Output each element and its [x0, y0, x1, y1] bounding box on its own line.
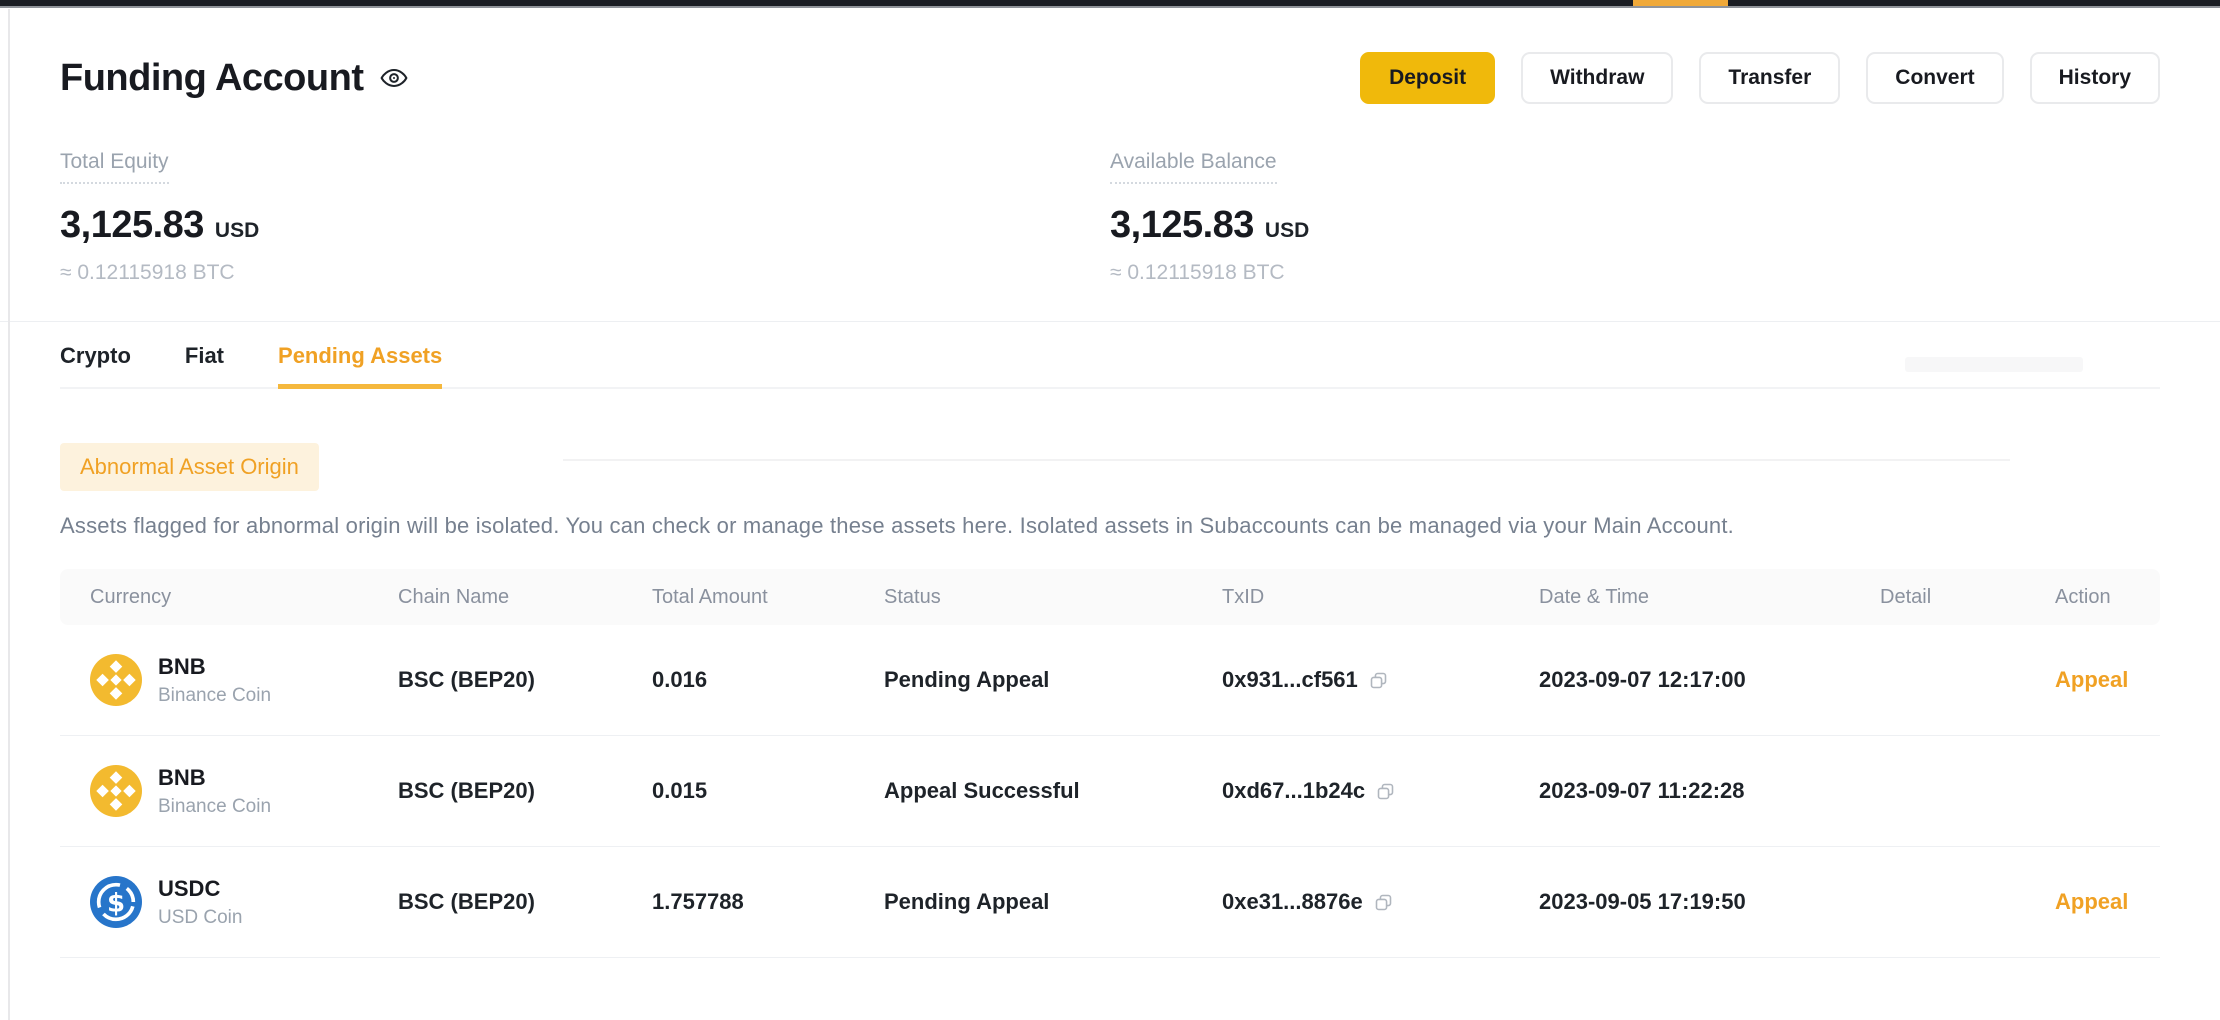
tab-crypto[interactable]: Crypto: [60, 322, 131, 387]
chain-name-cell: BSC (BEP20): [368, 778, 622, 804]
abnormal-asset-origin-badge: Abnormal Asset Origin: [60, 443, 319, 491]
history-button[interactable]: History: [2030, 52, 2160, 104]
deposit-button[interactable]: Deposit: [1360, 52, 1495, 104]
column-header-detail: Detail: [1850, 586, 2025, 609]
column-header-status: Status: [854, 586, 1192, 609]
page-header: Funding Account Deposit Withdraw Transfe…: [60, 52, 2160, 104]
bnb-coin-icon: [90, 765, 142, 817]
withdraw-button[interactable]: Withdraw: [1521, 52, 1673, 104]
skeleton-line: [563, 459, 2010, 461]
column-header-action: Action: [2025, 586, 2160, 609]
total-amount-cell: 1.757788: [622, 889, 854, 915]
page-left-edge-divider: [8, 9, 10, 1020]
pending-assets-table: Currency Chain Name Total Amount Status …: [60, 569, 2160, 958]
available-balance-value: 3,125.83: [1110, 204, 1254, 247]
available-balance-btc-approx: ≈ 0.12115918 BTC: [1110, 261, 2160, 285]
coin-name: Binance Coin: [158, 796, 271, 818]
total-equity-value: 3,125.83: [60, 204, 204, 247]
status-cell: Pending Appeal: [854, 667, 1192, 693]
asset-tabs: Crypto Fiat Pending Assets: [60, 322, 2160, 389]
page-title: Funding Account: [60, 57, 363, 100]
txid-cell: 0xe31...8876e: [1192, 889, 1509, 915]
copy-icon[interactable]: [1373, 892, 1394, 913]
progress-indicator: [1633, 0, 1728, 6]
copy-icon[interactable]: [1375, 781, 1396, 802]
table-header-row: Currency Chain Name Total Amount Status …: [60, 569, 2160, 625]
funding-account-page: Funding Account Deposit Withdraw Transfe…: [0, 0, 2220, 1020]
available-balance-currency: USD: [1265, 219, 1309, 243]
currency-cell: $ USDC USD Coin: [60, 876, 368, 929]
appeal-link[interactable]: Appeal: [2055, 889, 2128, 914]
table-row: $ USDC USD Coin BSC (BEP20) 1.757788 Pen…: [60, 847, 2160, 958]
skeleton-placeholder: [1905, 357, 2083, 372]
coin-symbol: USDC: [158, 876, 242, 902]
table-row: BNB Binance Coin BSC (BEP20) 0.016 Pendi…: [60, 625, 2160, 736]
appeal-link[interactable]: Appeal: [2055, 667, 2128, 692]
column-header-total-amount: Total Amount: [622, 586, 854, 609]
column-header-date-time: Date & Time: [1509, 586, 1850, 609]
pending-assets-description: Assets flagged for abnormal origin will …: [60, 513, 2160, 539]
total-equity-currency: USD: [215, 219, 259, 243]
tab-fiat[interactable]: Fiat: [185, 322, 224, 387]
convert-button[interactable]: Convert: [1866, 52, 2003, 104]
total-equity-block: Total Equity 3,125.83 USD ≈ 0.12115918 B…: [60, 150, 1110, 285]
eye-icon[interactable]: [379, 63, 409, 93]
currency-cell: BNB Binance Coin: [60, 765, 368, 818]
total-amount-cell: 0.016: [622, 667, 854, 693]
txid-cell: 0x931...cf561: [1192, 667, 1509, 693]
currency-cell: BNB Binance Coin: [60, 654, 368, 707]
txid-value: 0xd67...1b24c: [1222, 778, 1365, 804]
total-equity-label: Total Equity: [60, 150, 169, 184]
copy-icon[interactable]: [1368, 670, 1389, 691]
available-balance-label: Available Balance: [1110, 150, 1277, 184]
txid-value: 0x931...cf561: [1222, 667, 1358, 693]
status-cell: Pending Appeal: [854, 889, 1192, 915]
chain-name-cell: BSC (BEP20): [368, 889, 622, 915]
status-cell: Appeal Successful: [854, 778, 1192, 804]
account-actions: Deposit Withdraw Transfer Convert Histor…: [1360, 52, 2160, 104]
txid-value: 0xe31...8876e: [1222, 889, 1363, 915]
available-balance-block: Available Balance 3,125.83 USD ≈ 0.12115…: [1110, 150, 2160, 285]
top-progress-bar: [0, 0, 2220, 8]
column-header-currency: Currency: [60, 586, 368, 609]
coin-symbol: BNB: [158, 765, 271, 791]
table-row: BNB Binance Coin BSC (BEP20) 0.015 Appea…: [60, 736, 2160, 847]
total-amount-cell: 0.015: [622, 778, 854, 804]
column-header-txid: TxID: [1192, 586, 1509, 609]
bnb-coin-icon: [90, 654, 142, 706]
chain-name-cell: BSC (BEP20): [368, 667, 622, 693]
column-header-chain-name: Chain Name: [368, 586, 622, 609]
svg-text:$: $: [107, 888, 125, 918]
txid-cell: 0xd67...1b24c: [1192, 778, 1509, 804]
transfer-button[interactable]: Transfer: [1699, 52, 1840, 104]
usdc-coin-icon: $: [90, 876, 142, 928]
balances-section: Total Equity 3,125.83 USD ≈ 0.12115918 B…: [60, 150, 2160, 285]
date-time-cell: 2023-09-05 17:19:50: [1509, 889, 1850, 915]
tab-pending-assets[interactable]: Pending Assets: [278, 322, 442, 389]
coin-name: USD Coin: [158, 907, 242, 929]
total-equity-btc-approx: ≈ 0.12115918 BTC: [60, 261, 1110, 285]
coin-symbol: BNB: [158, 654, 271, 680]
coin-name: Binance Coin: [158, 685, 271, 707]
date-time-cell: 2023-09-07 11:22:28: [1509, 778, 1850, 804]
date-time-cell: 2023-09-07 12:17:00: [1509, 667, 1850, 693]
